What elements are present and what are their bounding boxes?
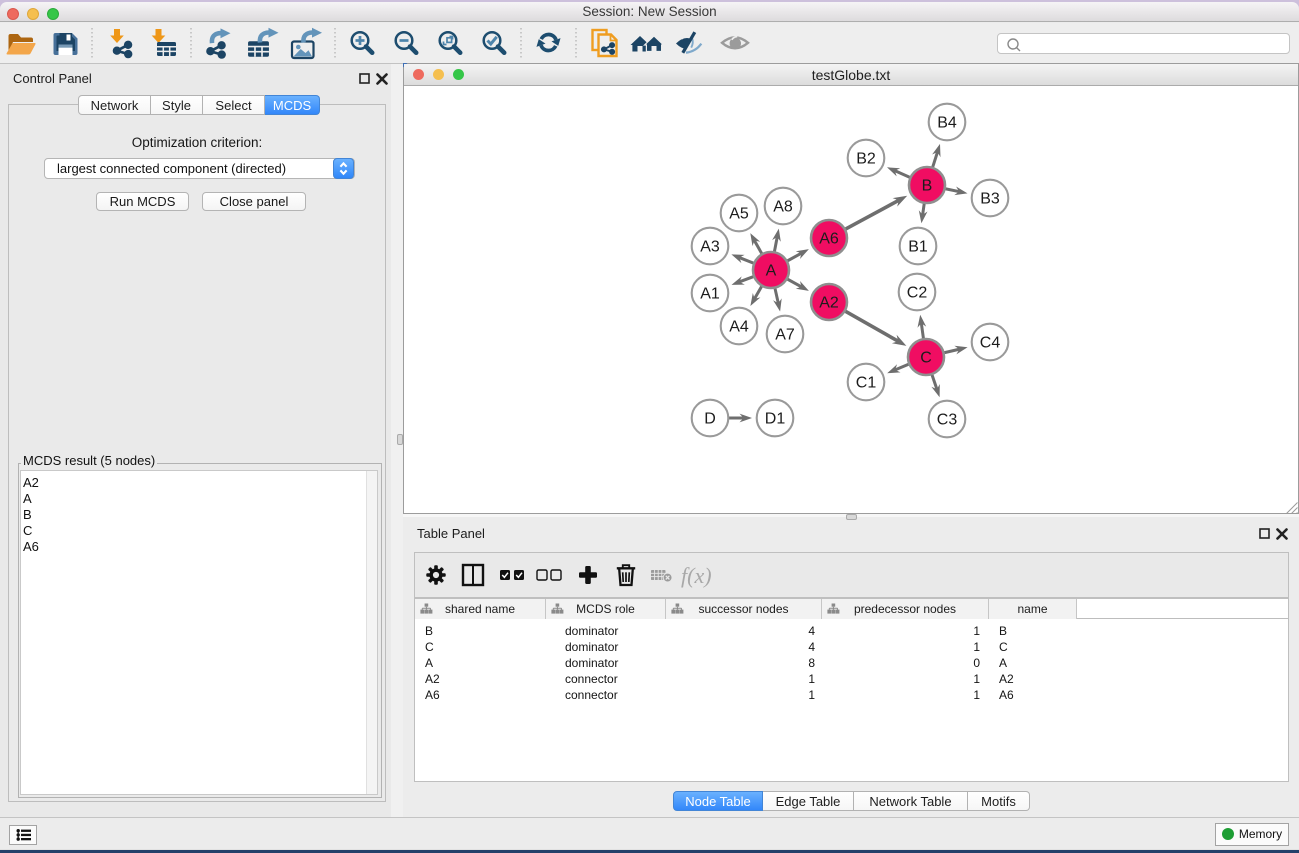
svg-text:D1: D1 [765,411,786,428]
svg-text:A8: A8 [773,199,793,216]
svg-text:B4: B4 [937,115,957,132]
svg-text:C4: C4 [980,335,1001,352]
svg-text:C1: C1 [856,375,877,392]
svg-text:A3: A3 [700,239,720,256]
svg-text:D: D [704,411,716,428]
svg-text:A5: A5 [729,206,749,223]
svg-text:A1: A1 [700,286,720,303]
svg-text:C: C [920,350,932,367]
svg-text:A7: A7 [775,327,795,344]
svg-text:B2: B2 [856,151,876,168]
svg-text:B3: B3 [980,191,1000,208]
svg-text:f(x): f(x) [681,563,712,588]
svg-text:C3: C3 [937,412,958,429]
svg-text:B1: B1 [908,239,928,256]
svg-text:A6: A6 [819,231,839,248]
svg-text:B: B [922,178,933,195]
svg-text:A2: A2 [819,295,839,312]
svg-text:A4: A4 [729,319,749,336]
svg-text:A: A [766,263,777,280]
svg-text:C2: C2 [907,285,928,302]
